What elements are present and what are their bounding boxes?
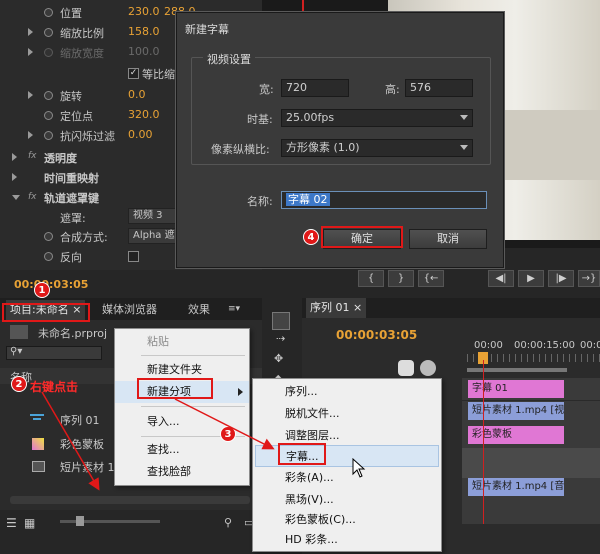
arrow-to-title (174, 398, 275, 450)
arrow-to-project (41, 391, 100, 491)
annotation-arrows (41, 391, 275, 491)
